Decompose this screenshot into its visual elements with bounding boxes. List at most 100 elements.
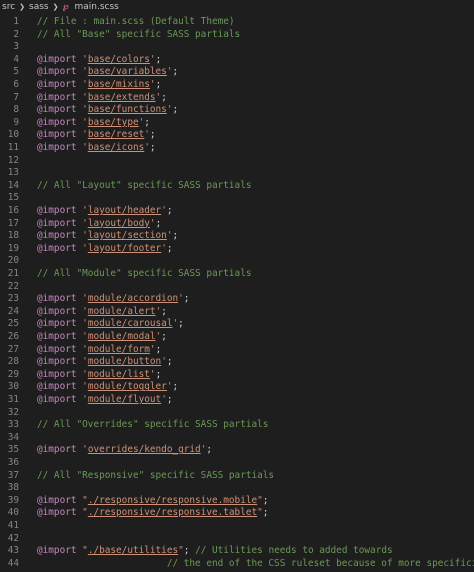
- code-line[interactable]: 20: [0, 255, 474, 268]
- token-punc: ;: [262, 507, 269, 519]
- token-punc: ;: [166, 356, 173, 368]
- token-path: base/icons: [87, 142, 145, 153]
- token-kw: @import: [37, 230, 83, 242]
- breadcrumb-item-src[interactable]: src: [2, 0, 15, 15]
- token-punc: ;: [161, 331, 167, 342]
- code-text: @import 'base/mixins';: [37, 79, 161, 92]
- code-line[interactable]: 31 @import 'module/flyout';: [0, 394, 474, 407]
- token-path: ./base/utilities: [87, 545, 179, 557]
- code-text: @import "./responsive/responsive.mobile"…: [37, 495, 268, 508]
- line-number: 31: [7, 394, 19, 405]
- code-line[interactable]: 21 // All "Module" specific SASS partials: [0, 268, 474, 281]
- code-text: // the end of the CSS ruleset because of…: [37, 558, 474, 571]
- code-line[interactable]: 6 @import 'base/mixins';: [0, 79, 474, 92]
- token-punc: ;: [172, 66, 179, 78]
- line-number: 5: [13, 66, 19, 78]
- code-text: @import 'layout/footer';: [37, 243, 173, 256]
- code-line[interactable]: 23 @import 'module/accordion';: [0, 293, 474, 306]
- token-kw: @import: [37, 318, 83, 330]
- line-number: 1: [13, 16, 19, 27]
- code-line[interactable]: 16 @import 'layout/header';: [0, 205, 474, 218]
- code-line[interactable]: 11 @import 'base/icons';: [0, 142, 474, 155]
- code-text: @import 'layout/body';: [37, 218, 161, 231]
- breadcrumb-item-file[interactable]: main.scss: [74, 0, 118, 15]
- code-line[interactable]: 4 @import 'base/colors';: [0, 54, 474, 67]
- code-line[interactable]: 34: [0, 432, 474, 445]
- code-line[interactable]: 26 @import 'module/modal';: [0, 331, 474, 344]
- code-line[interactable]: 12: [0, 155, 474, 168]
- token-path: module/accordion: [87, 293, 179, 305]
- line-number: 42: [7, 532, 19, 544]
- token-comment: // All "Overrides" specific SASS partial…: [37, 419, 269, 431]
- token-path: overrides/kendo_grid: [87, 444, 201, 456]
- code-text: @import 'base/reset';: [37, 129, 156, 142]
- token-kw: @import: [37, 116, 83, 128]
- code-line[interactable]: 29 @import 'module/list';: [0, 369, 474, 382]
- token-punc: ;: [161, 91, 167, 103]
- code-line[interactable]: 28 @import 'module/button';: [0, 356, 474, 369]
- token-comment: // All "Module" specific SASS partials: [37, 268, 252, 279]
- code-line[interactable]: 1 // File : main.scss (Default Theme): [0, 16, 474, 29]
- code-line[interactable]: 35 @import 'overrides/kendo_grid';: [0, 444, 474, 457]
- token-kw: @import: [37, 343, 83, 355]
- code-line[interactable]: 44 // the end of the CSS ruleset because…: [0, 558, 474, 571]
- code-line[interactable]: 15: [0, 192, 474, 205]
- token-path: base/variables: [87, 66, 167, 78]
- code-line[interactable]: 41: [0, 520, 474, 533]
- breadcrumb: src ❯ sass ❯ ℘ main.scss: [0, 0, 474, 15]
- line-number: 27: [7, 343, 19, 355]
- code-line[interactable]: 8 @import 'base/functions';: [0, 104, 474, 117]
- token-kw: @import: [37, 394, 83, 405]
- code-text: @import 'module/toggler';: [37, 381, 178, 394]
- token-kw: @import: [37, 356, 83, 368]
- code-line[interactable]: 9 @import 'base/type';: [0, 117, 474, 130]
- line-number: 34: [7, 431, 19, 443]
- code-line[interactable]: 22: [0, 281, 474, 294]
- code-text: // File : main.scss (Default Theme): [37, 16, 235, 29]
- line-number: 29: [7, 368, 19, 380]
- code-editor[interactable]: 1 // File : main.scss (Default Theme) 2 // …: [0, 15, 474, 572]
- line-number: 35: [7, 444, 19, 456]
- token-kw: @import: [37, 368, 83, 380]
- code-line[interactable]: 3: [0, 41, 474, 54]
- code-line[interactable]: 27 @import 'module/form';: [0, 344, 474, 357]
- token-comment: // File : main.scss (Default Theme): [37, 16, 235, 27]
- line-number: 36: [7, 457, 19, 468]
- code-line[interactable]: 39 @import "./responsive/responsive.mobil…: [0, 495, 474, 508]
- code-line[interactable]: 18 @import 'layout/section';: [0, 230, 474, 243]
- breadcrumb-item-sass[interactable]: sass: [29, 0, 49, 15]
- code-line[interactable]: 38: [0, 482, 474, 495]
- code-line[interactable]: 5 @import 'base/variables';: [0, 66, 474, 79]
- code-line[interactable]: 13: [0, 167, 474, 180]
- code-line[interactable]: 17 @import 'layout/body';: [0, 218, 474, 231]
- line-number: 2: [13, 28, 19, 40]
- token-kw: @import: [37, 79, 83, 90]
- code-line[interactable]: 24 @import 'module/alert';: [0, 306, 474, 319]
- code-line[interactable]: 7 @import 'base/extends';: [0, 92, 474, 105]
- token-punc: ;: [149, 129, 156, 141]
- code-line[interactable]: 43 @import "./base/utilities"; // Utiliti…: [0, 545, 474, 558]
- code-line[interactable]: 14 // All "Layout" specific SASS partials: [0, 180, 474, 193]
- code-line[interactable]: 2 // All "Base" specific SASS partials: [0, 29, 474, 42]
- token-path: module/carousal: [87, 318, 173, 330]
- code-line[interactable]: 33 // All "Overrides" specific SASS parti…: [0, 419, 474, 432]
- code-line[interactable]: 10 @import 'base/reset';: [0, 129, 474, 142]
- code-line[interactable]: 19 @import 'layout/footer';: [0, 243, 474, 256]
- code-line[interactable]: 25 @import 'module/carousal';: [0, 318, 474, 331]
- code-line[interactable]: 36: [0, 457, 474, 470]
- token-punc: ;: [166, 205, 173, 216]
- token-kw: @import: [37, 53, 83, 65]
- sass-file-icon: ℘: [62, 2, 69, 12]
- token-path: base/type: [87, 116, 139, 128]
- code-line[interactable]: 40 @import "./responsive/responsive.table…: [0, 507, 474, 520]
- code-line[interactable]: 42: [0, 533, 474, 546]
- code-text: @import 'base/icons';: [37, 142, 156, 155]
- code-line[interactable]: 37 // All "Responsive" specific SASS part…: [0, 470, 474, 483]
- code-line[interactable]: 32: [0, 407, 474, 420]
- token-kw: @import: [37, 305, 83, 317]
- code-line[interactable]: 30 @import 'module/toggler';: [0, 381, 474, 394]
- token-comment: // All "Layout" specific SASS partials: [37, 179, 252, 191]
- line-number: 16: [7, 205, 19, 216]
- token-path: base/colors: [87, 53, 150, 65]
- token-path: module/form: [87, 343, 150, 355]
